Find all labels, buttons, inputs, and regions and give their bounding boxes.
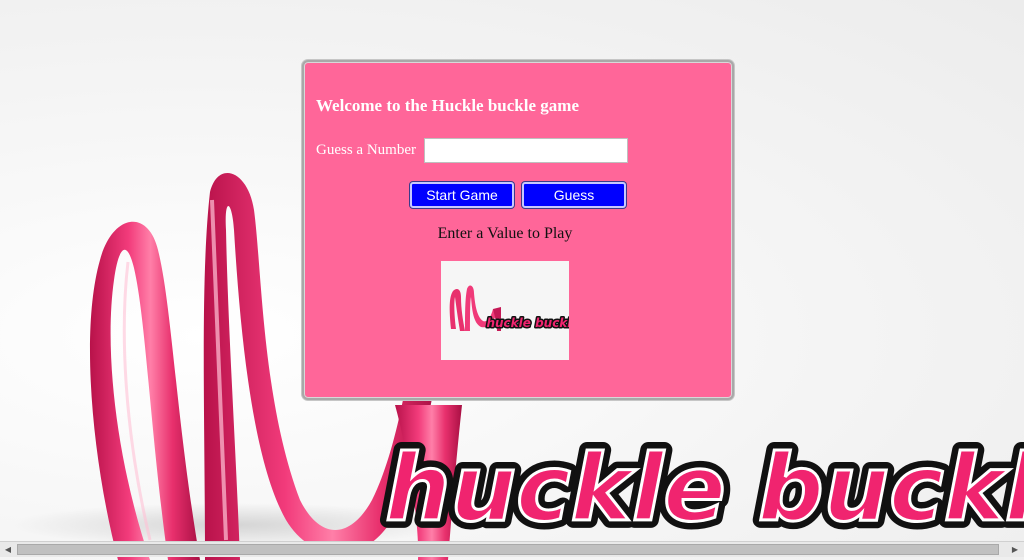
guess-number-input[interactable] [424, 138, 628, 163]
start-game-button[interactable]: Start Game [410, 182, 514, 208]
scrollbar-thumb[interactable] [17, 544, 999, 555]
guess-number-label: Guess a Number [316, 142, 416, 158]
logo-wordmark: huckle buckle [486, 316, 569, 330]
background-wordmark: huckle buckle [385, 435, 1024, 542]
guess-button[interactable]: Guess [522, 182, 626, 208]
game-panel: Welcome to the Huckle buckle game Guess … [302, 60, 734, 400]
game-page: huckle buckle huckle buckle Welcome to t… [0, 0, 1024, 560]
game-status-message: Enter a Value to Play [437, 225, 573, 242]
welcome-title: Welcome to the Huckle buckle game [316, 96, 579, 115]
horizontal-scrollbar[interactable]: ◀ ▶ [0, 541, 1024, 557]
huckle-buckle-logo: huckle buckle huckle buckle [441, 261, 569, 360]
scroll-right-arrow-icon[interactable]: ▶ [1008, 543, 1022, 556]
scroll-left-arrow-icon[interactable]: ◀ [1, 543, 15, 556]
